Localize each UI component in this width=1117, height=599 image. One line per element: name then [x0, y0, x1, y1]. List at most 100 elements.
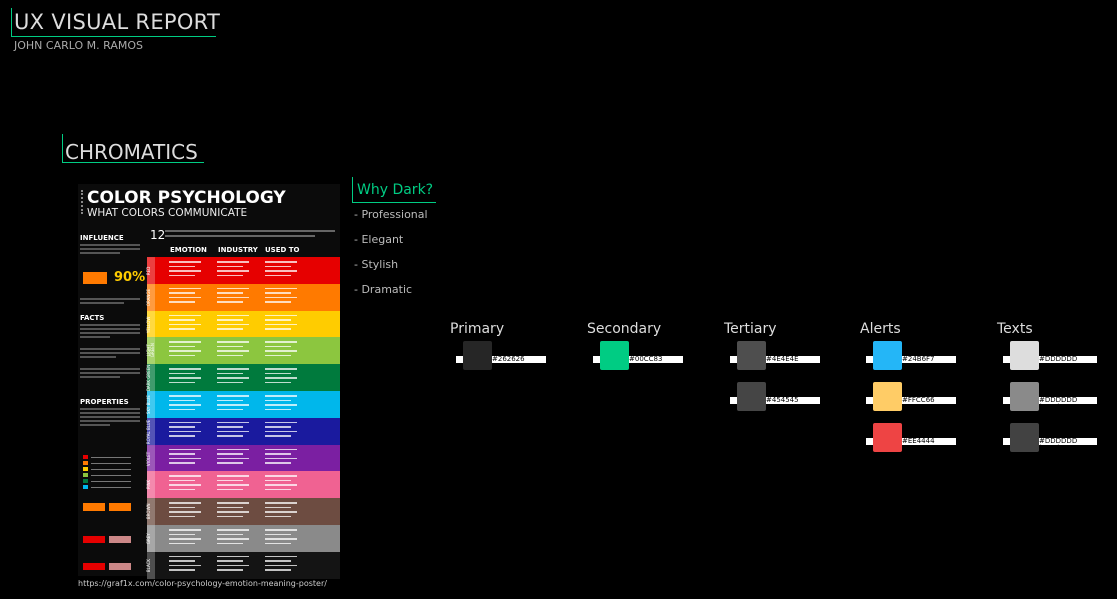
poster-text-line [169, 555, 201, 558]
poster-wavelength-chip [83, 473, 88, 477]
poster-text-line [265, 274, 291, 276]
poster-wavelength-line [91, 474, 131, 476]
why-dark-title: Why Dark? [357, 182, 434, 198]
poster-text-line [169, 515, 195, 518]
swatch-hex-label: #24B6F7 [898, 356, 956, 363]
poster-text-line [265, 479, 291, 482]
poster-text-line [217, 426, 243, 428]
poster-wavelength-chip [83, 479, 88, 483]
poster-text-line [265, 515, 291, 518]
poster-text-line [217, 564, 249, 567]
poster-color-row: LIGHT GREEN [146, 337, 340, 365]
poster-side-header: INFLUENCE [80, 234, 124, 242]
poster-text-line [169, 323, 201, 326]
swatch-hex-label: #4E4E4E [762, 356, 820, 363]
poster-text-line [265, 377, 297, 379]
poster-text-line [169, 372, 195, 375]
poster-text-line [169, 319, 195, 321]
poster-text-line [169, 274, 195, 276]
poster-text-line [217, 435, 243, 437]
poster-wavelength-entry [83, 485, 139, 490]
poster-row-label: SKY BLUE [146, 391, 155, 419]
poster-text-line [217, 488, 243, 491]
why-dark-item: - Stylish [354, 258, 399, 271]
poster-text-line [217, 270, 249, 272]
section-title-chromatics: CHROMATICS [65, 140, 198, 164]
poster-title: COLOR PSYCHOLOGY [87, 188, 286, 208]
poster-text-line [265, 381, 291, 384]
poster-text-line [265, 502, 297, 504]
poster-text-line [217, 261, 249, 263]
poster-text-line [265, 564, 297, 567]
poster-text-line [169, 475, 201, 477]
swatch-tag-marker [456, 356, 463, 363]
poster-text-line [169, 287, 201, 290]
poster-color-row: ROYAL BLUE [146, 417, 340, 445]
poster-text-line [169, 350, 201, 352]
swatch-tag-marker [730, 356, 737, 363]
poster-color-row: BLACK [146, 551, 340, 579]
poster-wavelength-line [91, 468, 131, 470]
swatch-tag-marker [866, 438, 873, 445]
swatch-hex-label: #262626 [488, 356, 546, 363]
poster-text-line [169, 506, 195, 509]
poster-text-line [265, 350, 297, 352]
poster-column-header: USED TO [265, 246, 300, 254]
poster-wavelength-line [91, 480, 131, 482]
swatch-hex-label: #00CC83 [625, 356, 683, 363]
swatch-tag-marker [866, 356, 873, 363]
swatch-tag-marker [730, 397, 737, 404]
poster-text-line [217, 538, 249, 540]
poster-text-line [265, 488, 291, 491]
poster-column-header: EMOTION [170, 246, 207, 254]
color-swatch [1010, 341, 1039, 370]
poster-text-line [217, 475, 249, 477]
poster-text-line [169, 404, 201, 406]
poster-text-line [217, 533, 243, 535]
palette-group-title: Secondary [587, 321, 662, 337]
report-title: UX VISUAL REPORT [14, 10, 221, 34]
poster-text-line [265, 529, 297, 531]
poster-color-row: ORANGE [146, 283, 340, 311]
poster-wavelength-chip [83, 485, 88, 489]
poster-wavelength-legend [83, 455, 139, 491]
poster-side-header: PROPERTIES [80, 398, 129, 406]
poster-text-line [265, 533, 291, 535]
poster-wavelength-line [91, 462, 131, 464]
poster-text-line [265, 319, 291, 321]
poster-row-label: DARK GREEN [146, 364, 155, 392]
poster-text-line [265, 506, 291, 509]
poster-text-line [265, 462, 291, 464]
poster-text-line [217, 319, 243, 321]
poster-text-line [169, 502, 201, 504]
poster-text-line [169, 368, 201, 370]
poster-text-line [217, 479, 243, 482]
poster-text-line [169, 479, 195, 482]
color-swatch [737, 341, 766, 370]
poster-text-line [169, 395, 201, 397]
poster-text-line [217, 265, 243, 267]
poster-property-chip [83, 503, 105, 511]
poster-text-line [217, 399, 243, 401]
swatch-hex-label: #FFCC66 [898, 397, 956, 404]
poster-text-line [265, 265, 291, 267]
color-swatch [873, 341, 902, 370]
color-swatch [1010, 423, 1039, 452]
why-dark-item: - Professional [354, 208, 428, 221]
poster-color-row: PINK [146, 471, 340, 499]
palette-group-title: Alerts [860, 321, 901, 337]
poster-color-row: RED [146, 257, 340, 285]
poster-text-line [217, 453, 243, 455]
poster-text-line [169, 301, 195, 303]
poster-text-line [217, 457, 249, 460]
poster-text-line [265, 435, 291, 437]
swatch-hex-label: #DDDDDD (30%) [1035, 438, 1097, 452]
poster-text-line [265, 354, 291, 357]
poster-text-line [217, 395, 249, 397]
poster-text-line [169, 533, 195, 535]
poster-text-line [169, 314, 201, 317]
poster-text-line [169, 457, 201, 460]
poster-text-line [169, 542, 195, 544]
poster-text-line [169, 421, 201, 424]
poster-color-row: VIOLET [146, 444, 340, 472]
